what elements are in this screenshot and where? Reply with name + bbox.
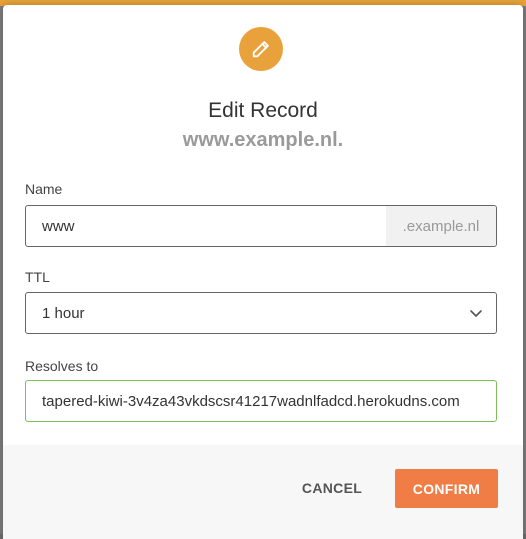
domain-suffix: .example.nl [386,206,496,246]
resolves-to-input-value[interactable]: tapered-kiwi-3v4za43vkdscsr41217wadnlfad… [26,393,496,410]
name-field[interactable]: www .example.nl [25,205,497,247]
name-input-value[interactable]: www [26,218,386,235]
ttl-select[interactable]: 1 hour [25,292,497,334]
dialog-subtitle: www.example.nl. [182,129,344,151]
chevron-down-icon[interactable] [456,293,496,333]
cancel-button[interactable]: CANCEL [287,469,377,507]
edit-record-dialog: Edit Record www.example.nl. Name www .ex… [3,5,523,539]
resolves-to-field[interactable]: tapered-kiwi-3v4za43vkdscsr41217wadnlfad… [25,380,497,422]
pencil-icon [239,27,283,71]
resolves-to-label: Resolves to [25,358,99,374]
ttl-selected-value: 1 hour [42,304,85,322]
ttl-label: TTL [25,269,50,285]
dialog-footer: CANCEL CONFIRM [3,445,523,539]
name-label: Name [25,181,63,197]
confirm-button[interactable]: CONFIRM [395,469,498,508]
dialog-title: Edit Record [208,99,318,122]
